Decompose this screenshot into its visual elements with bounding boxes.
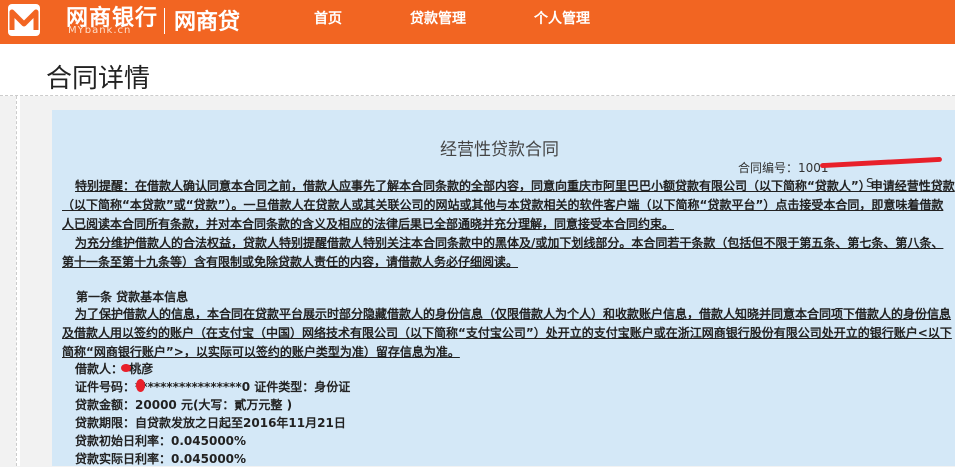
- id-type-value: 身份证: [314, 380, 351, 394]
- left-margin-rule: [16, 96, 20, 466]
- page-title: 合同详情: [46, 64, 151, 94]
- nav-personal-management[interactable]: 个人管理: [534, 8, 590, 28]
- amount-row: 贷款金额：20000 元(大写：貳万元整 ): [75, 396, 292, 413]
- initial-rate-label: 贷款初始日利率：: [75, 434, 172, 448]
- id-label: 证件号码：: [75, 380, 136, 394]
- initial-rate-row: 贷款初始日利率：0.045000%: [75, 432, 246, 449]
- actual-rate-row: 贷款实际日利率：0.045000%: [75, 450, 246, 467]
- redaction-blot: [121, 364, 131, 372]
- notice-text: 为充分维护借款人的合法权益，贷款人特别提醒借款人特别关注本合同条款中的黑体及/或…: [62, 236, 944, 269]
- contract-title: 经营性贷款合同: [440, 140, 559, 160]
- actual-rate-value: 0.045000%: [171, 452, 247, 466]
- term-value: 自贷款发放之日起至2016年11月21日: [135, 416, 346, 430]
- notice-paragraph: 为充分维护借款人的合法权益，贷款人特别提醒借款人特别关注本合同条款中的黑体及/或…: [62, 234, 955, 272]
- privacy-text: 为了保护借款人的信息，本合同在贷款平台展示时部分隐藏借款人的身份信息（仅限借款人…: [62, 307, 952, 359]
- brand-divider: [164, 8, 165, 34]
- mybank-logo-icon: [8, 4, 40, 36]
- nav-home[interactable]: 首页: [314, 8, 342, 28]
- borrower-label: 借款人：: [75, 362, 124, 376]
- section-1-title: 第一条 贷款基本信息: [76, 290, 189, 304]
- initial-rate-value: 0.045000%: [171, 434, 247, 448]
- nav-loan-management[interactable]: 贷款管理: [410, 8, 466, 28]
- amount-value: 20000 元(大写：貳万元整 ): [135, 398, 293, 412]
- amount-label: 贷款金额：: [75, 398, 136, 412]
- id-type-label: 证件类型：: [250, 380, 315, 394]
- privacy-paragraph: 为了保护借款人的信息，本合同在贷款平台展示时部分隐藏借款人的身份信息（仅限借款人…: [62, 305, 955, 362]
- term-row: 贷款期限：自贷款发放之日起至2016年11月21日: [75, 414, 346, 431]
- brand-domain: MYbank.cn: [68, 25, 132, 36]
- special-reminder-paragraph: 特别提醒：在借款人确认同意本合同之前，借款人应事先了解本合同条款的全部内容，同意…: [62, 177, 955, 234]
- contract-number-label: 合同编号：: [738, 161, 799, 175]
- borrower-row: 借款人：*桃彦: [75, 360, 153, 377]
- term-label: 贷款期限：: [75, 416, 136, 430]
- redaction-blot: [136, 379, 145, 392]
- id-value: *****************0: [135, 380, 251, 394]
- top-navbar: 网商银行 MYbank.cn 网商贷 首页 贷款管理 个人管理: [0, 0, 955, 44]
- id-row: 证件号码：*****************0 证件类型：身份证: [75, 378, 350, 395]
- product-name: 网商贷: [174, 10, 241, 35]
- special-reminder-text: 特别提醒：在借款人确认同意本合同之前，借款人应事先了解本合同条款的全部内容，同意…: [62, 179, 955, 231]
- actual-rate-label: 贷款实际日利率：: [75, 452, 172, 466]
